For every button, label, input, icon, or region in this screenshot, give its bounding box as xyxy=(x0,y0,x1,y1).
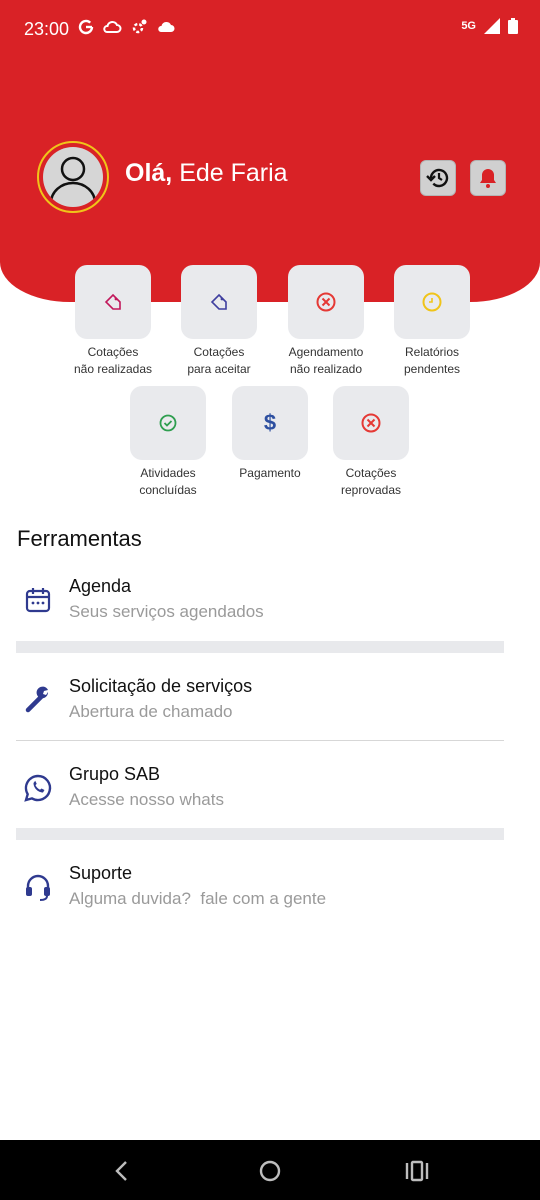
calendar-icon xyxy=(20,582,56,618)
nav-recents-button[interactable] xyxy=(403,1157,431,1185)
system-nav-bar xyxy=(0,1140,540,1200)
history-icon xyxy=(426,168,449,188)
cloud-icon xyxy=(103,20,122,33)
quick-action-box xyxy=(394,265,470,339)
tool-item-agenda[interactable]: Agenda Seus serviços agendados xyxy=(16,574,504,634)
quick-action-relatorios-pendentes[interactable]: Relatórios pendentes xyxy=(377,265,487,378)
quick-action-box xyxy=(288,265,364,339)
tool-title: Agenda xyxy=(69,576,132,596)
dollar-icon: $ xyxy=(263,410,277,435)
google-icon xyxy=(78,19,94,35)
section-divider xyxy=(16,641,504,653)
nav-home-button[interactable] xyxy=(256,1157,284,1185)
tool-item-suporte[interactable]: Suporte Alguma duvida? fale com a gente xyxy=(16,861,504,921)
quick-action-cotacoes-para-aceitar[interactable]: Cotações para aceitar xyxy=(164,265,274,378)
tool-item-grupo-sab[interactable]: Grupo SAB Acesse nosso whats xyxy=(16,762,504,822)
status-notification-icons xyxy=(78,18,176,36)
wrench-icon xyxy=(20,682,56,718)
quick-action-box xyxy=(333,386,409,460)
cloud-filled-icon xyxy=(158,21,175,32)
avatar-placeholder xyxy=(43,147,103,207)
x-circle-icon xyxy=(316,292,336,312)
quick-action-box: $ xyxy=(232,386,308,460)
avatar[interactable] xyxy=(37,141,109,213)
greeting-hello: Olá, xyxy=(125,159,173,187)
whatsapp-icon xyxy=(20,770,56,806)
clock-icon xyxy=(422,292,442,312)
history-button[interactable] xyxy=(420,160,456,196)
user-name: Ede Faria xyxy=(179,159,288,187)
quick-action-cotacoes-nao-realizadas[interactable]: Cotações não realizadas xyxy=(58,265,168,378)
network-type: 5G xyxy=(461,20,476,32)
quick-action-label: Cotações para aceitar xyxy=(187,345,251,376)
battery-icon xyxy=(508,18,518,34)
item-divider xyxy=(16,740,504,741)
tools-section-title: Ferramentas xyxy=(17,526,142,551)
notifications-button[interactable] xyxy=(470,160,506,196)
quick-action-label: Cotações não realizadas xyxy=(73,345,153,376)
tool-subtitle: Abertura de chamado xyxy=(69,702,233,721)
recents-icon xyxy=(405,1160,429,1182)
quick-action-label: Relatórios pendentes xyxy=(403,345,461,376)
headset-icon xyxy=(20,869,56,905)
quick-action-label: Cotações reprovadas xyxy=(340,466,402,497)
x-circle-icon xyxy=(361,413,381,433)
status-system-icons: 5G xyxy=(461,18,518,34)
status-bar: 23:00 5G xyxy=(0,0,540,60)
section-divider xyxy=(16,828,504,840)
quick-action-label: Pagamento xyxy=(239,466,301,480)
nav-back-button[interactable] xyxy=(108,1157,136,1185)
quick-action-pagamento[interactable]: $ Pagamento xyxy=(215,386,325,482)
tool-title: Grupo SAB xyxy=(69,764,161,784)
signal-icon xyxy=(484,18,500,34)
tool-subtitle: Seus serviços agendados xyxy=(69,602,264,621)
quick-action-box xyxy=(181,265,257,339)
tag-icon xyxy=(104,293,121,310)
user-icon xyxy=(49,156,97,204)
tool-title: Solicitação de serviços xyxy=(69,676,253,696)
quick-action-cotacoes-reprovadas[interactable]: Cotações reprovadas xyxy=(316,386,426,499)
quick-action-label: Agendamento não realizado xyxy=(288,345,364,376)
quick-action-box xyxy=(75,265,151,339)
quick-action-atividades-concluidas[interactable]: Atividades concluídas xyxy=(113,386,223,499)
tag-icon xyxy=(210,293,227,310)
back-icon xyxy=(115,1161,127,1181)
check-circle-icon xyxy=(159,414,177,432)
bell-icon xyxy=(480,169,496,188)
tool-subtitle: Acesse nosso whats xyxy=(69,790,224,809)
quick-action-label: Atividades concluídas xyxy=(139,466,197,497)
greeting: Olá, Ede Faria xyxy=(125,159,288,188)
status-time: 23:00 xyxy=(24,19,70,39)
tool-title: Suporte xyxy=(69,863,133,883)
tool-subtitle: Alguma duvida? fale com a gente xyxy=(69,889,327,908)
settings-sync-icon xyxy=(132,19,147,34)
home-icon xyxy=(259,1160,281,1182)
quick-action-agendamento-nao-realizado[interactable]: Agendamento não realizado xyxy=(271,265,381,378)
tool-item-solicitacao[interactable]: Solicitação de serviços Abertura de cham… xyxy=(16,674,504,734)
quick-action-box xyxy=(130,386,206,460)
